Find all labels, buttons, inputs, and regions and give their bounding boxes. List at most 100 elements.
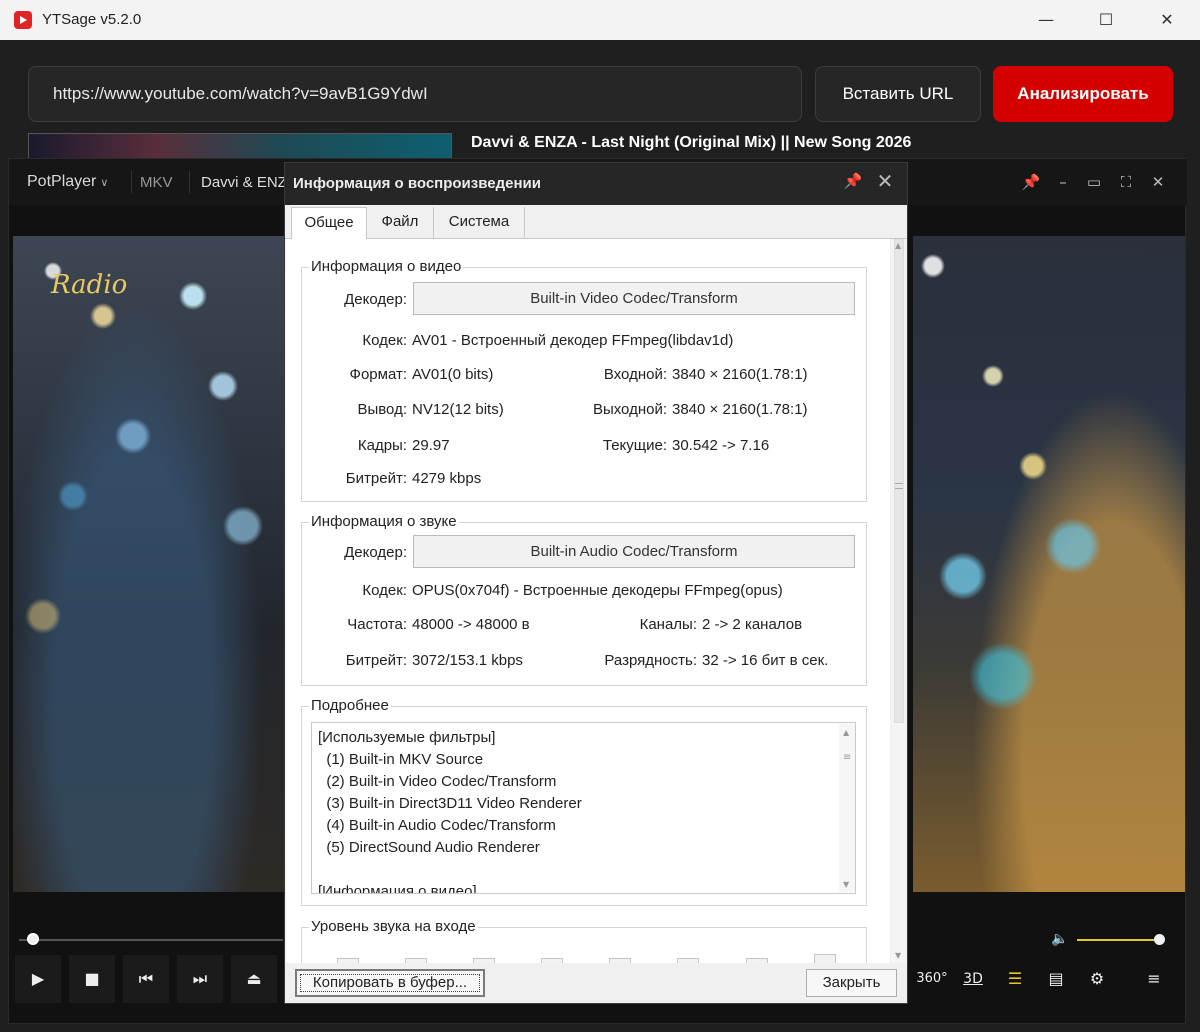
ytsage-titlebar: YTSage v5.2.0 — ☐ ✕ (0, 0, 1200, 40)
video-info-heading: Информация о видео (309, 258, 464, 275)
details-line: (3) Built-in Direct3D11 Video Renderer (318, 795, 582, 812)
details-group: Подробнее [Используемые фильтры] (1) Bui… (301, 697, 867, 906)
audio-codec-value: OPUS(0x704f) - Встроенные декодеры FFmpe… (412, 582, 783, 599)
volume-slider[interactable] (1077, 939, 1159, 941)
divider (131, 171, 132, 193)
video-format-label: Формат: (349, 366, 407, 383)
input-level-heading: Уровень звука на входе (309, 918, 478, 935)
info-icon[interactable]: ▤ (1033, 955, 1079, 1003)
audio-info-group: Информация о звуке Декодер: Built-in Aud… (301, 513, 867, 686)
scroll-up-icon[interactable]: ▲ (895, 241, 903, 250)
audio-decoder-button[interactable]: Built-in Audio Codec/Transform (413, 535, 855, 568)
pin-icon[interactable]: 📌 (1019, 171, 1043, 193)
video-title: Davvi & ENZA - Last Night (Original Mix)… (471, 134, 912, 151)
tab-system[interactable]: Система (434, 207, 525, 239)
close-icon[interactable]: ✕ (1146, 171, 1170, 193)
video-input-label: Входной: (603, 366, 667, 383)
previous-icon[interactable]: ⏮ (123, 955, 169, 1003)
playback-info-dialog: Информация о воспроизведении 📌 ✕ Общее Ф… (284, 162, 908, 1004)
scroll-up-icon[interactable]: ▲ (843, 728, 849, 737)
video-outsize-value: 3840 × 2160(1.78:1) (672, 401, 808, 418)
maximize-icon[interactable]: ▭ (1082, 171, 1106, 193)
video-outsize-label: Выходной: (592, 401, 667, 418)
video-frame-left[interactable]: Radio (13, 236, 285, 892)
details-scrollbar[interactable]: ▲ ≡ ▼ (839, 724, 855, 892)
video-codec-value: AV01 - Встроенный декодер FFmpeg(libdav1… (412, 332, 734, 349)
audio-codec-label: Кодек: (362, 582, 407, 599)
details-line: [Используемые фильтры] (318, 729, 496, 746)
video-current-label: Текущие: (602, 437, 667, 454)
audio-freq-label: Частота: (347, 616, 407, 633)
audio-decoder-label: Декодер: (344, 544, 407, 561)
potplayer-menu[interactable]: PotPlayer ∨ (27, 173, 108, 191)
vr-360-icon[interactable]: 360° (909, 955, 955, 1003)
audio-depth-label: Разрядность: (604, 652, 697, 669)
details-line: [Информация о видео] (318, 883, 477, 894)
details-line: (2) Built-in Video Codec/Transform (318, 773, 557, 790)
video-frames-label: Кадры: (357, 437, 407, 454)
scrollbar-thumb[interactable] (894, 239, 904, 723)
fullscreen-icon[interactable]: ⛶ (1114, 171, 1138, 193)
paste-url-button[interactable]: Вставить URL (815, 66, 981, 122)
potplayer-name: PotPlayer (27, 173, 97, 190)
video-decoder-label: Декодер: (344, 291, 407, 308)
level-meter (814, 954, 836, 963)
tab-file[interactable]: Файл (367, 207, 434, 239)
input-level-group: Уровень звука на входе (301, 918, 867, 963)
chevron-down-icon: ∨ (100, 177, 109, 189)
close-button[interactable]: Закрыть (806, 969, 897, 997)
analyze-button[interactable]: Анализировать (993, 66, 1173, 122)
audio-freq-value: 48000 -> 48000 в (412, 616, 530, 633)
dialog-header: Информация о воспроизведении 📌 ✕ (285, 163, 907, 205)
scroll-grip-icon[interactable]: ≡ (843, 752, 851, 763)
menu-icon[interactable]: ≡ (1131, 955, 1177, 1003)
minimize-icon[interactable]: — (1026, 6, 1066, 34)
video-bitrate-value: 4279 kbps (412, 470, 482, 487)
close-icon[interactable]: ✕ (873, 169, 897, 195)
dialog-content: Информация о видео Декодер: Built-in Vid… (286, 239, 890, 963)
stop-icon[interactable]: ■ (69, 955, 115, 1003)
details-line: (5) DirectSound Audio Renderer (318, 839, 540, 856)
playlist-search-icon[interactable]: ☰ (992, 955, 1038, 1003)
video-decoder-button[interactable]: Built-in Video Codec/Transform (413, 282, 855, 315)
copy-to-clipboard-button[interactable]: Копировать в буфер... (295, 969, 485, 997)
audio-depth-value: 32 -> 16 бит в сек. (702, 652, 829, 669)
ytsage-app-icon (14, 11, 32, 29)
settings-icon[interactable]: ⚙ (1074, 955, 1120, 1003)
divider (189, 171, 190, 193)
dialog-footer: Копировать в буфер... Закрыть (285, 963, 907, 1003)
minimize-icon[interactable]: – (1051, 171, 1075, 193)
maximize-icon[interactable]: ☐ (1086, 6, 1126, 34)
audio-channels-label: Каналы: (639, 616, 697, 633)
dialog-title: Информация о воспроизведении (293, 175, 541, 192)
audio-bitrate-value: 3072/153.1 kbps (412, 652, 523, 669)
video-format-value: AV01(0 bits) (412, 366, 494, 383)
video-input-value: 3840 × 2160(1.78:1) (672, 366, 808, 383)
details-heading: Подробнее (309, 697, 391, 714)
volume-handle[interactable] (1154, 934, 1165, 945)
seek-handle[interactable] (27, 933, 39, 945)
eject-icon[interactable]: ⏏ (231, 955, 277, 1003)
video-bitrate-label: Битрейт: (345, 470, 407, 487)
close-icon[interactable]: ✕ (1147, 6, 1187, 34)
3d-icon[interactable]: 3D (950, 955, 996, 1003)
dialog-scrollbar[interactable]: ▲ ▼ (891, 239, 907, 963)
video-output-value: NV12(12 bits) (412, 401, 504, 418)
details-line: (1) Built-in MKV Source (318, 751, 484, 768)
play-icon[interactable]: ▶ (15, 955, 61, 1003)
next-icon[interactable]: ⏭ (177, 955, 223, 1003)
pin-icon[interactable]: 📌 (841, 172, 865, 194)
scroll-down-icon[interactable]: ▼ (895, 951, 903, 960)
file-format: MKV (140, 174, 173, 191)
scroll-down-icon[interactable]: ▼ (843, 880, 849, 889)
seek-bar[interactable] (19, 939, 283, 941)
video-info-group: Информация о видео Декодер: Built-in Vid… (301, 258, 867, 502)
volume-icon[interactable]: 🔈 (1051, 931, 1068, 947)
radio-watermark: Radio (51, 270, 128, 300)
ytsage-app-title: YTSage v5.2.0 (42, 11, 142, 28)
details-textarea[interactable]: [Используемые фильтры] (1) Built-in MKV … (311, 722, 856, 894)
video-frame-right[interactable] (913, 236, 1185, 892)
tab-general[interactable]: Общее (291, 207, 367, 241)
audio-channels-value: 2 -> 2 каналов (702, 616, 803, 633)
url-input[interactable]: https://www.youtube.com/watch?v=9avB1G9Y… (28, 66, 802, 122)
